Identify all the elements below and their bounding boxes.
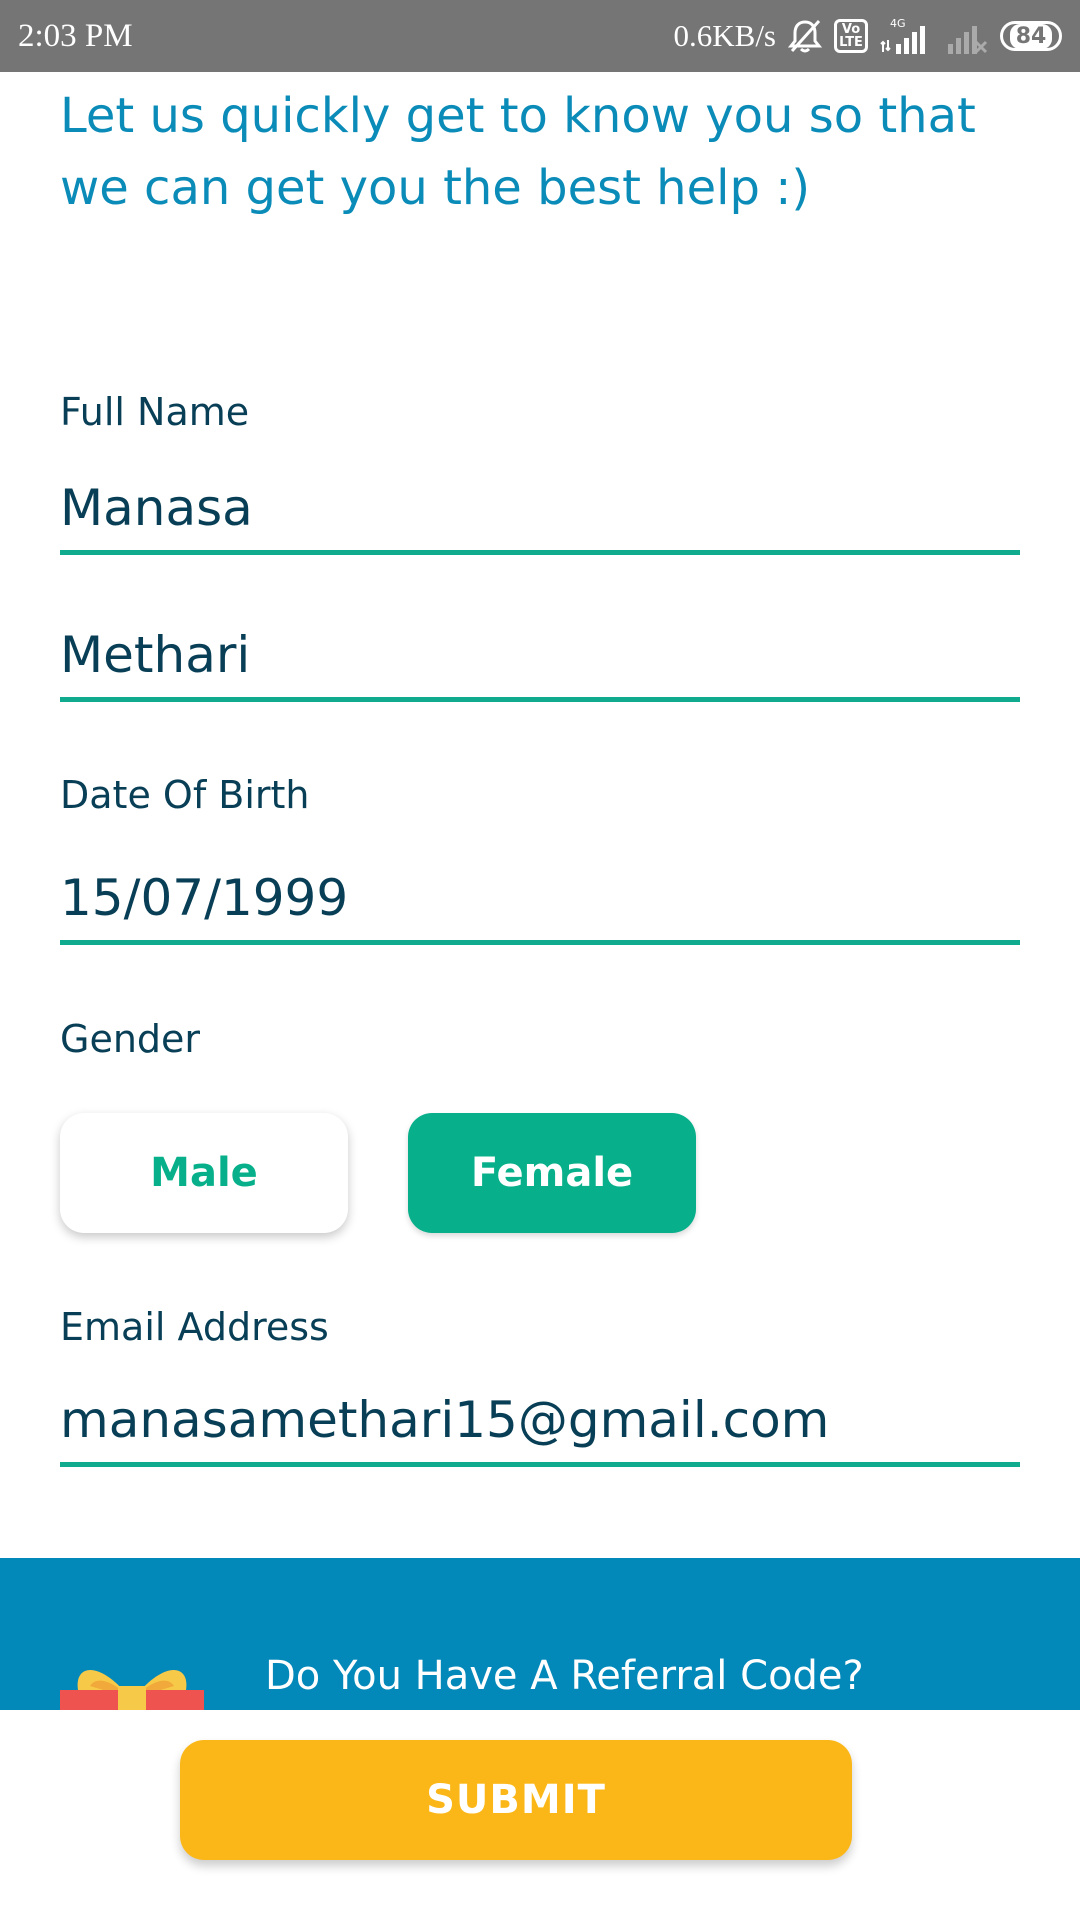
volte-icon: Vo LTE — [834, 19, 868, 53]
email-input[interactable] — [60, 1390, 1020, 1449]
dob-label: Date Of Birth — [60, 773, 310, 817]
first-name-field[interactable] — [60, 465, 1020, 555]
battery-level: 84 — [1009, 23, 1053, 49]
intro-heading: Let us quickly get to know you so that w… — [60, 88, 976, 216]
gender-male-button[interactable]: Male — [60, 1113, 348, 1233]
gender-label: Gender — [60, 1017, 201, 1061]
last-name-input[interactable] — [60, 625, 1020, 684]
dob-input[interactable] — [60, 868, 1020, 927]
email-field[interactable] — [60, 1377, 1020, 1467]
full-name-label: Full Name — [60, 390, 250, 434]
signal-no-service-icon — [944, 16, 988, 56]
gender-female-button[interactable]: Female — [408, 1113, 696, 1233]
status-time: 2:03 PM — [18, 17, 133, 54]
last-name-field[interactable] — [60, 612, 1020, 702]
gift-icon — [60, 1650, 204, 1710]
referral-text: Do You Have A Referral Code? — [265, 1653, 864, 1699]
mute-bell-icon — [788, 16, 822, 56]
email-label: Email Address — [60, 1305, 329, 1349]
referral-banner[interactable]: Do You Have A Referral Code? — [0, 1558, 1080, 1710]
first-name-input[interactable] — [60, 478, 1020, 537]
network-speed: 0.6KB/s — [673, 18, 777, 53]
dob-field[interactable] — [60, 855, 1020, 945]
status-bar: 2:03 PM 0.6KB/s Vo LTE 4G 84 — [0, 0, 1080, 72]
status-icons: 0.6KB/s Vo LTE 4G 84 — [673, 16, 1062, 56]
network-type-label: 4G — [890, 17, 906, 30]
volte-bottom-label: LTE — [839, 35, 863, 50]
battery-icon: 84 — [1000, 21, 1062, 51]
signal-4g-icon: 4G — [880, 16, 932, 56]
submit-button[interactable]: SUBMIT — [180, 1740, 852, 1860]
